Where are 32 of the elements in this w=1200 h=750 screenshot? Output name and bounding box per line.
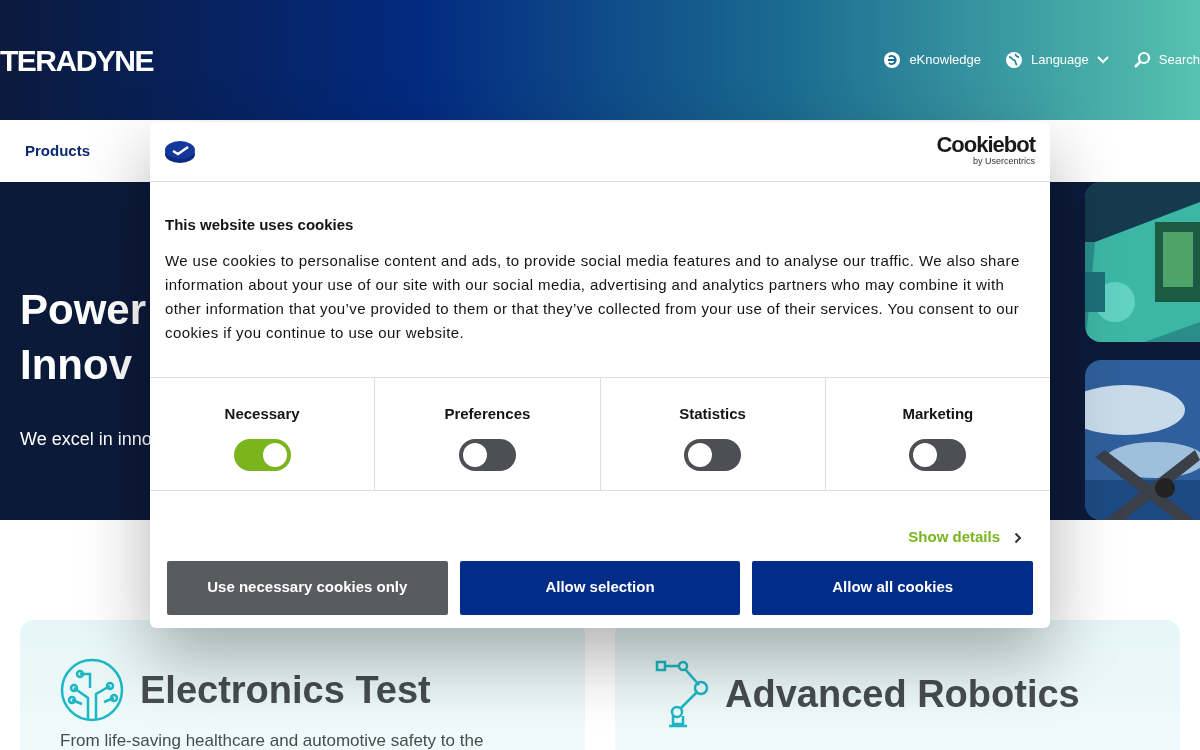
circuit-icon <box>60 658 124 722</box>
caret-icon <box>1096 56 1109 64</box>
dialog-text: We use cookies to personalise content and ads, to provide social media features and to analyse our traffic. We also share information about your use of our site with our social media, advertising and analytics partners who may combine it with other information that you’ve provided to them or that they’ve collected from your use of their services. You consent to our cookies if you continue to use our website. <box>165 250 1021 343</box>
nav-item[interactable]: Products <box>25 139 90 163</box>
toggle-switch[interactable] <box>684 439 742 471</box>
category-label: Statistics <box>679 403 746 424</box>
dialog-heading: This website uses cookies <box>165 215 355 235</box>
category-label: Necessary <box>224 403 300 424</box>
consent-button[interactable]: Allow all cookies <box>752 560 1033 615</box>
card-title: Advanced Robotics <box>725 671 1080 717</box>
header-link[interactable]: eKnowledge <box>883 50 981 70</box>
globe-icon <box>1004 51 1023 69</box>
robot-arm-icon <box>655 658 709 730</box>
consent-button[interactable]: Use necessary cookies only <box>167 560 448 615</box>
search-icon <box>1132 51 1151 69</box>
category-label: Marketing <box>902 403 974 424</box>
cookie-logo-icon <box>165 140 195 163</box>
logo[interactable]: TERADYNE <box>0 37 153 83</box>
toggle-switch[interactable] <box>909 439 967 471</box>
card-title: Electronics Test <box>140 667 431 713</box>
cookiebot-logo: Cookiebot <box>936 134 1035 155</box>
toggle-switch[interactable] <box>458 439 516 471</box>
brand-subtitle: by Usercentrics <box>972 154 1035 168</box>
hero-subtitle: We excel in inno <box>20 428 152 451</box>
consent-button[interactable]: Allow selection <box>459 560 741 615</box>
category-label: Preferences <box>444 403 531 424</box>
chevron-icon <box>1014 531 1022 544</box>
card-text: From life-saving healthcare and automotive safety to the <box>60 730 485 750</box>
eknowledge-icon <box>883 51 902 69</box>
hero-title: Innov <box>20 340 132 390</box>
toggle-switch[interactable] <box>233 439 291 471</box>
hero-title: Power <box>20 285 147 335</box>
